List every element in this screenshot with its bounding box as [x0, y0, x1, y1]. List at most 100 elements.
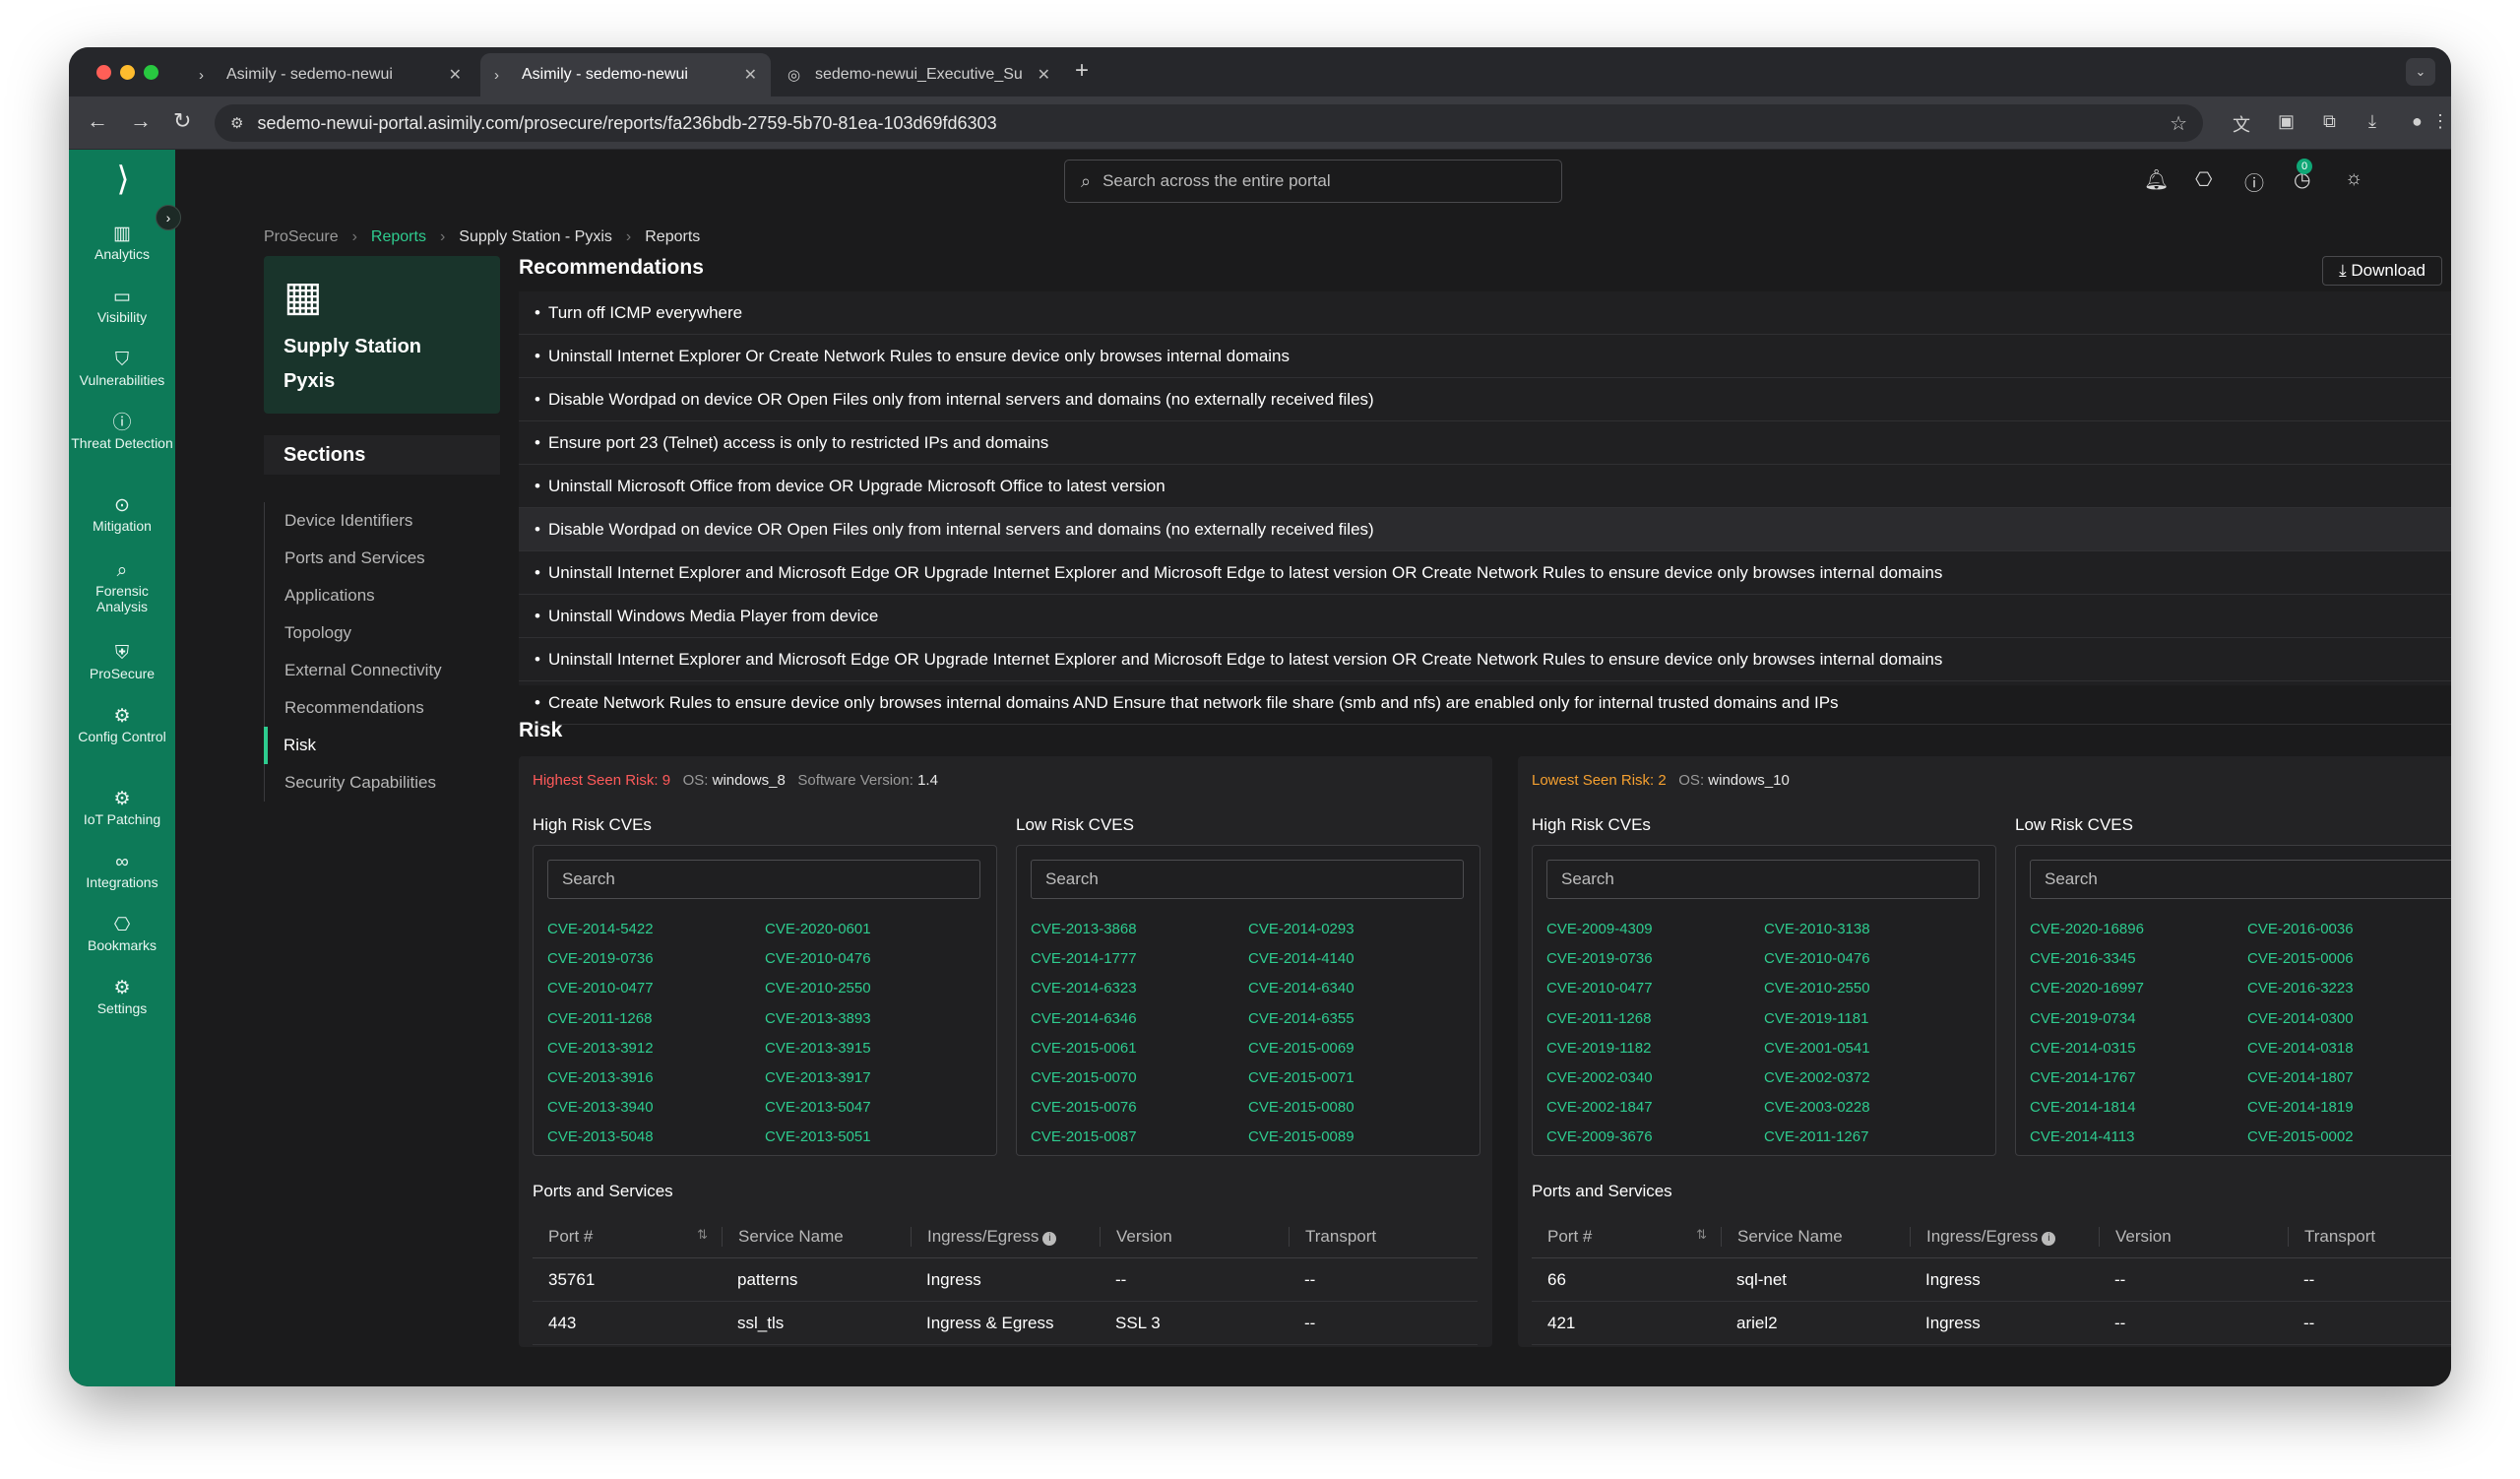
cve-link[interactable]: CVE-2013-3916 [547, 1063, 765, 1093]
cve-link[interactable]: CVE-2002-0340 [1546, 1063, 1764, 1093]
cve-link[interactable]: CVE-2010-2550 [1764, 974, 1982, 1003]
cve-link[interactable]: CVE-2014-0300 [2247, 1004, 2451, 1034]
cve-search-input[interactable]: Search [1031, 860, 1464, 899]
browser-tab[interactable]: › Asimily - sedemo-newui ✕ [185, 53, 475, 96]
cve-link[interactable]: CVE-2013-3917 [765, 1063, 982, 1093]
nav-item-threat-detection[interactable]: ⓘ Threat Detection [69, 414, 175, 451]
section-ports-and-services[interactable]: Ports and Services [265, 540, 500, 577]
cve-link[interactable]: CVE-2016-3223 [2247, 974, 2451, 1003]
cve-link[interactable]: CVE-2016-3345 [2030, 944, 2247, 974]
tab-search-button[interactable]: ⌄ [2406, 58, 2435, 86]
info-icon[interactable]: ⓘ [2244, 167, 2264, 196]
cve-link[interactable]: CVE-2011-1268 [1546, 1004, 1764, 1034]
nav-item-integrations[interactable]: ∞ Integrations [69, 853, 175, 890]
sidebar-collapse-button[interactable]: › [156, 205, 181, 230]
cve-link[interactable]: CVE-2009-3676 [1546, 1123, 1764, 1152]
puzzle-icon[interactable]: ⧉ [2323, 111, 2336, 132]
cve-link[interactable]: CVE-2003-0228 [1764, 1093, 1982, 1123]
cve-link[interactable]: CVE-2014-6323 [1031, 974, 1248, 1003]
cve-link[interactable]: CVE-2019-0734 [2030, 1004, 2247, 1034]
cve-link[interactable]: CVE-2014-1814 [2030, 1093, 2247, 1123]
cve-link[interactable]: CVE-2013-3868 [1031, 915, 1248, 944]
nav-item-config-control[interactable]: ⚙ Config Control [69, 707, 175, 744]
nav-item-mitigation[interactable]: ⊙ Mitigation [69, 496, 175, 534]
global-search-input[interactable]: ⌕ Search across the entire portal [1064, 160, 1562, 203]
cve-link[interactable]: CVE-2010-0476 [765, 944, 982, 974]
section-recommendations[interactable]: Recommendations [265, 689, 500, 727]
cve-link[interactable]: CVE-2015-0076 [1031, 1093, 1248, 1123]
reload-icon[interactable]: ↻ [173, 108, 191, 134]
section-device-identifiers[interactable]: Device Identifiers [265, 502, 500, 540]
cve-link[interactable]: CVE-2014-6346 [1031, 1004, 1248, 1034]
cve-link[interactable]: CVE-2015-0069 [1248, 1034, 1466, 1063]
new-tab-button[interactable]: + [1075, 57, 1089, 85]
cve-link[interactable]: CVE-2010-3138 [1764, 915, 1982, 944]
close-tab-icon[interactable]: ✕ [449, 65, 462, 85]
cve-link[interactable]: CVE-2010-2550 [765, 974, 982, 1003]
nav-item-vulnerabilities[interactable]: ⛉ Vulnerabilities [69, 351, 175, 388]
browser-tab-active[interactable]: › Asimily - sedemo-newui ✕ [480, 53, 771, 96]
cve-link[interactable]: CVE-2014-1767 [2030, 1063, 2247, 1093]
breadcrumb-prosecure[interactable]: ProSecure [264, 228, 339, 246]
bookmark-icon[interactable]: ⎔ [2195, 167, 2212, 192]
cve-link[interactable]: CVE-2002-1847 [1546, 1093, 1764, 1123]
col-port[interactable]: Port # ⇅ [1532, 1227, 1721, 1247]
section-security-capabilities[interactable]: Security Capabilities [265, 764, 500, 802]
cve-link[interactable]: CVE-2014-4113 [2030, 1123, 2247, 1152]
nav-item-visibility[interactable]: ▭ Visibility [69, 288, 175, 325]
asimily-logo-icon[interactable]: ⟩ [98, 160, 148, 203]
minimize-window-button[interactable] [120, 65, 135, 80]
cve-search-input[interactable]: Search [1546, 860, 1980, 899]
extension-icon[interactable]: ▣ [2278, 111, 2295, 132]
cve-link[interactable]: CVE-2014-0315 [2030, 1034, 2247, 1063]
cve-link[interactable]: CVE-2014-0318 [2247, 1034, 2451, 1063]
cve-link[interactable]: CVE-2014-1807 [2247, 1063, 2451, 1093]
cve-link[interactable]: CVE-2020-0601 [765, 915, 982, 944]
nav-item-settings[interactable]: ⚙ Settings [69, 979, 175, 1016]
cve-link[interactable]: CVE-2013-5048 [547, 1123, 765, 1152]
info-icon[interactable]: i [2042, 1231, 2056, 1246]
cve-link[interactable]: CVE-2020-16997 [2030, 974, 2247, 1003]
site-info-icon[interactable]: ⚙ [230, 114, 243, 132]
close-tab-icon[interactable]: ✕ [1038, 65, 1050, 85]
cve-link[interactable]: CVE-2015-0061 [1031, 1034, 1248, 1063]
section-applications[interactable]: Applications [265, 577, 500, 614]
theme-sun-icon[interactable]: ☼ [2345, 167, 2362, 190]
cve-link[interactable]: CVE-2020-16896 [2030, 915, 2247, 944]
close-window-button[interactable] [96, 65, 111, 80]
cve-link[interactable]: CVE-2013-3893 [765, 1004, 982, 1034]
address-bar[interactable]: ⚙ sedemo-newui-portal.asimily.com/prosec… [215, 104, 2203, 142]
nav-item-analytics[interactable]: ▥ Analytics [69, 225, 175, 262]
translate-icon[interactable]: 文 [2233, 111, 2250, 137]
cve-link[interactable]: CVE-2015-0071 [1248, 1063, 1466, 1093]
breadcrumb-reports[interactable]: Reports [371, 228, 426, 246]
bookmark-star-icon[interactable]: ☆ [2170, 111, 2187, 136]
download-button[interactable]: ⤓ Download [2322, 256, 2442, 286]
browser-tab[interactable]: ◎ sedemo-newui_Executive_Su ✕ [774, 53, 1064, 96]
profile-icon[interactable]: ● [2412, 111, 2423, 132]
cve-link[interactable]: CVE-2019-1181 [1764, 1004, 1982, 1034]
back-icon[interactable]: ← [87, 108, 108, 134]
cve-link[interactable]: CVE-2010-0477 [547, 974, 765, 1003]
cve-link[interactable]: CVE-2001-0541 [1764, 1034, 1982, 1063]
cve-link[interactable]: CVE-2014-1819 [2247, 1093, 2451, 1123]
cve-link[interactable]: CVE-2019-0736 [1546, 944, 1764, 974]
section-external-connectivity[interactable]: External Connectivity [265, 652, 500, 689]
cve-search-input[interactable]: Search [2030, 860, 2451, 899]
cve-link[interactable]: CVE-2014-6340 [1248, 974, 1466, 1003]
cve-link[interactable]: CVE-2015-0070 [1031, 1063, 1248, 1093]
cve-link[interactable]: CVE-2014-4140 [1248, 944, 1466, 974]
col-port[interactable]: Port # ⇅ [533, 1227, 722, 1247]
forward-icon[interactable]: → [130, 108, 152, 134]
nav-item-iot-patching[interactable]: ⚙ IoT Patching [69, 790, 175, 827]
cve-link[interactable]: CVE-2014-5422 [547, 915, 765, 944]
section-topology[interactable]: Topology [265, 614, 500, 652]
cve-link[interactable]: CVE-2010-0476 [1764, 944, 1982, 974]
sort-icon[interactable]: ⇅ [697, 1227, 708, 1243]
cve-link[interactable]: CVE-2015-0002 [2247, 1123, 2451, 1152]
cve-link[interactable]: CVE-2014-1777 [1031, 944, 1248, 974]
bell-icon[interactable]: 🔔︎ [2144, 167, 2169, 192]
cve-link[interactable]: CVE-2016-0036 [2247, 915, 2451, 944]
cve-link[interactable]: CVE-2015-0087 [1031, 1123, 1248, 1152]
menu-icon[interactable]: ⋮ [2431, 111, 2449, 132]
